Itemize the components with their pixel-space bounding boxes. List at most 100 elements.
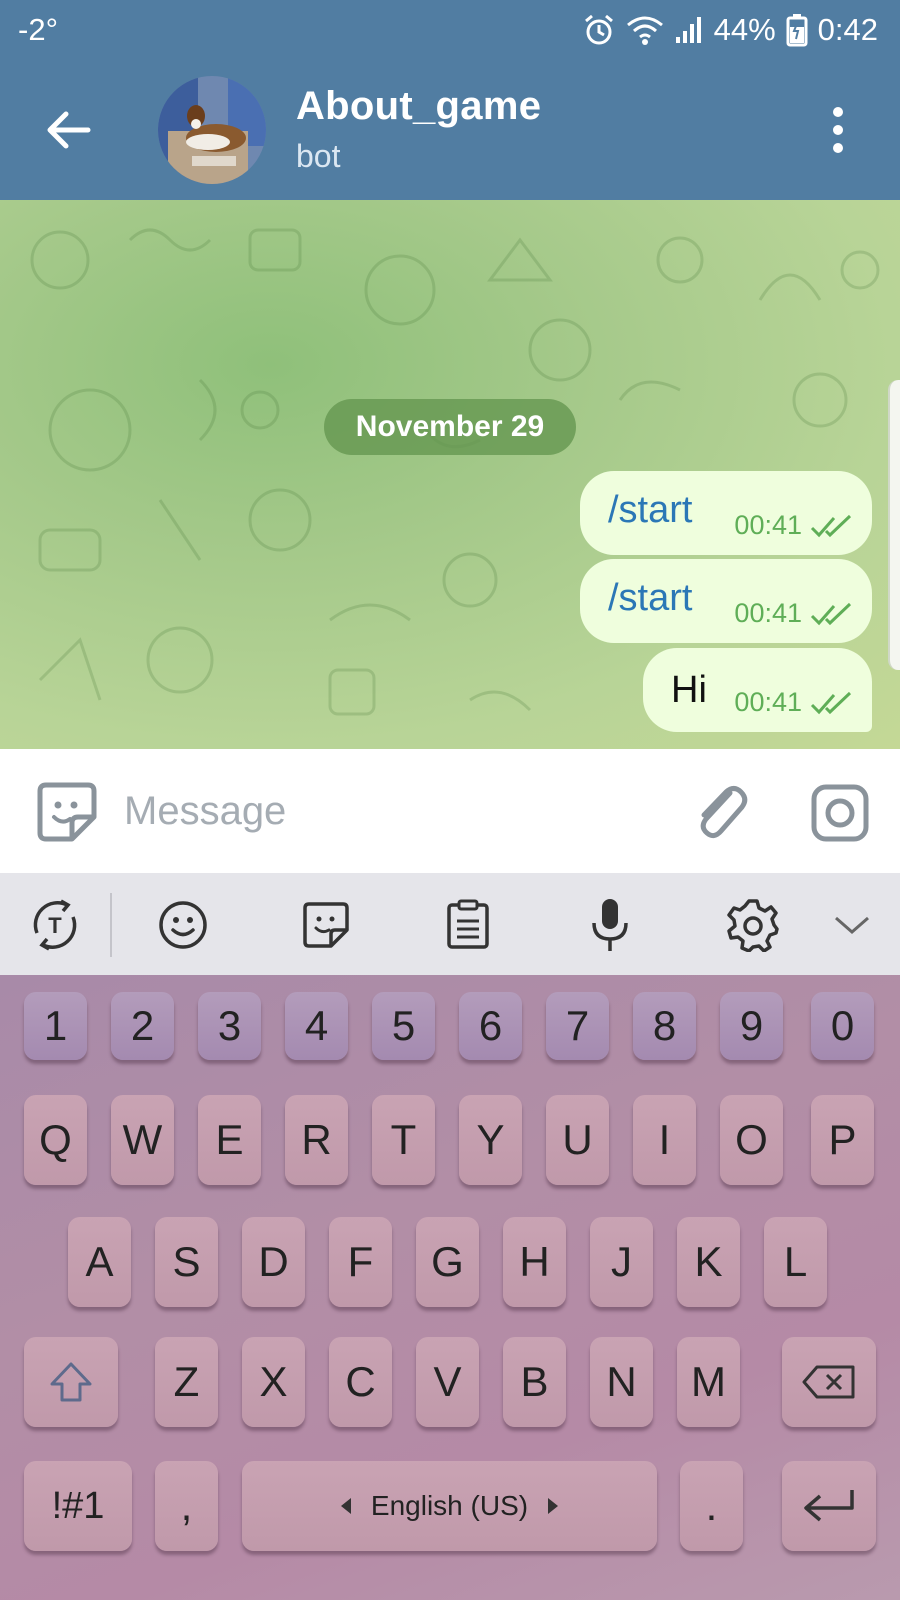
svg-text:T: T [48, 913, 62, 938]
key-c[interactable]: C [329, 1337, 392, 1427]
translate-text-icon: T [33, 899, 77, 951]
key-5[interactable]: 5 [372, 992, 435, 1060]
back-button[interactable] [38, 100, 98, 160]
key-w[interactable]: W [111, 1095, 174, 1185]
key-g[interactable]: G [416, 1217, 479, 1307]
microphone-icon [592, 899, 628, 951]
double-check-icon [810, 691, 852, 714]
message-time: 00:41 [734, 598, 802, 628]
message-bubble[interactable]: Hi 00:41 [643, 648, 872, 732]
key-e[interactable]: E [198, 1095, 261, 1185]
enter-icon [804, 1490, 854, 1522]
alarm-icon [582, 13, 616, 47]
chat-subtitle: bot [296, 138, 341, 174]
key-h[interactable]: H [503, 1217, 566, 1307]
enter-key[interactable] [782, 1461, 876, 1551]
chat-header: About_game bot [0, 62, 900, 200]
key-v[interactable]: V [416, 1337, 479, 1427]
keyboard-settings-button[interactable] [723, 895, 783, 955]
message-text[interactable]: /start [608, 489, 692, 532]
message-bubble[interactable]: /start 00:41 [580, 471, 872, 555]
status-icons: 44% 0:42 [582, 12, 878, 48]
emoji-button[interactable] [153, 895, 213, 955]
key-t[interactable]: T [372, 1095, 435, 1185]
key-o[interactable]: O [720, 1095, 783, 1185]
shift-arrow-icon [50, 1362, 92, 1402]
chat-area[interactable]: November 29 /start 00:41 /start 00:41 Hi… [0, 200, 900, 749]
keyboard: 1 2 3 4 5 6 7 8 9 0 Q W E R T Y U I O P … [0, 975, 900, 1600]
key-d[interactable]: D [242, 1217, 305, 1307]
sticker-button[interactable] [36, 781, 98, 843]
status-bar: -2° 44% 0:42 [0, 0, 900, 62]
language-left-icon [340, 1498, 351, 1514]
voice-input-button[interactable] [580, 895, 640, 955]
space-key[interactable]: English (US) [242, 1461, 657, 1551]
space-language-label: English (US) [370, 1490, 529, 1521]
key-b[interactable]: B [503, 1337, 566, 1427]
signal-icon [674, 15, 704, 45]
key-x[interactable]: X [242, 1337, 305, 1427]
message-time: 00:41 [734, 510, 802, 540]
key-m[interactable]: M [677, 1337, 740, 1427]
key-6[interactable]: 6 [459, 992, 522, 1060]
message-meta: 00:41 [734, 510, 854, 541]
key-l[interactable]: L [764, 1217, 827, 1307]
comma-key[interactable]: , [155, 1461, 218, 1551]
clipboard-button[interactable] [438, 895, 498, 955]
settings-gear-icon [727, 899, 779, 952]
key-3[interactable]: 3 [198, 992, 261, 1060]
message-text[interactable]: /start [608, 577, 692, 620]
key-f[interactable]: F [329, 1217, 392, 1307]
scrollbar[interactable] [888, 380, 900, 670]
key-a[interactable]: A [68, 1217, 131, 1307]
camera-button[interactable] [810, 783, 870, 843]
key-n[interactable]: N [590, 1337, 653, 1427]
message-meta: 00:41 [734, 598, 854, 629]
key-z[interactable]: Z [155, 1337, 218, 1427]
message-meta: 00:41 [734, 687, 854, 718]
shift-key[interactable] [24, 1337, 118, 1427]
key-8[interactable]: 8 [633, 992, 696, 1060]
key-i[interactable]: I [633, 1095, 696, 1185]
message-input[interactable] [124, 777, 664, 845]
key-0[interactable]: 0 [811, 992, 874, 1060]
backspace-key[interactable] [782, 1337, 876, 1427]
message-input-bar [0, 749, 900, 873]
more-vertical-icon [833, 107, 843, 117]
key-y[interactable]: Y [459, 1095, 522, 1185]
key-7[interactable]: 7 [546, 992, 609, 1060]
key-r[interactable]: R [285, 1095, 348, 1185]
battery-percent: 44% [713, 12, 776, 47]
message-text: Hi [671, 668, 707, 711]
key-p[interactable]: P [811, 1095, 874, 1185]
key-s[interactable]: S [155, 1217, 218, 1307]
clock: 0:42 [817, 12, 878, 47]
keyboard-toolbar: T [0, 873, 900, 975]
key-4[interactable]: 4 [285, 992, 348, 1060]
key-9[interactable]: 9 [720, 992, 783, 1060]
translate-button[interactable]: T [25, 895, 85, 955]
attach-button[interactable] [690, 779, 750, 843]
back-arrow-icon [47, 111, 91, 149]
key-j[interactable]: J [590, 1217, 653, 1307]
avatar[interactable] [158, 76, 266, 184]
collapse-keyboard-button[interactable] [822, 895, 882, 955]
key-1[interactable]: 1 [24, 992, 87, 1060]
temperature-label: -2° [18, 12, 58, 47]
period-key[interactable]: . [680, 1461, 743, 1551]
key-q[interactable]: Q [24, 1095, 87, 1185]
date-separator: November 29 [324, 399, 576, 455]
toolbar-divider [110, 893, 112, 957]
double-check-icon [810, 602, 852, 625]
symbols-key[interactable]: !#1 [24, 1461, 132, 1551]
key-k[interactable]: K [677, 1217, 740, 1307]
message-bubble[interactable]: /start 00:41 [580, 559, 872, 643]
clipboard-icon [447, 899, 489, 949]
sticker-icon [37, 782, 97, 842]
sticker-keyboard-button[interactable] [296, 895, 356, 955]
more-menu-button[interactable] [818, 100, 858, 160]
key-2[interactable]: 2 [111, 992, 174, 1060]
chat-title: About_game [296, 84, 542, 128]
battery-charging-icon [786, 13, 808, 47]
key-u[interactable]: U [546, 1095, 609, 1185]
